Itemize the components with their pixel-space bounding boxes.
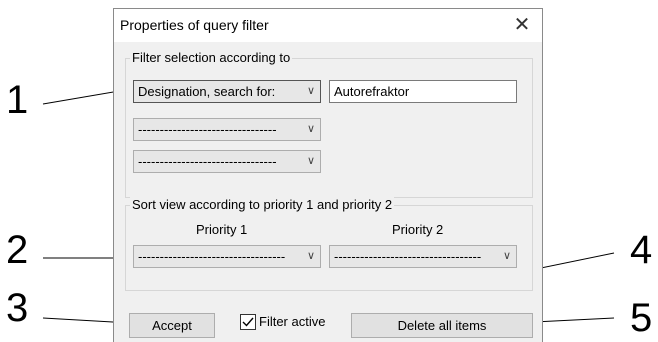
- filter-criterion-1-value: Designation, search for:: [138, 84, 276, 99]
- callout-number-1: 1: [6, 78, 29, 122]
- priority-1-select[interactable]: ---------------------------------- ∨: [133, 245, 321, 268]
- chevron-down-icon: ∨: [502, 250, 511, 262]
- title-bar: Properties of query filter ✕: [114, 9, 542, 42]
- priority-2-value: ----------------------------------: [334, 249, 482, 264]
- checkmark-icon: [242, 317, 254, 327]
- chevron-down-icon: ∨: [306, 85, 315, 97]
- filter-criterion-2-value: --------------------------------: [138, 122, 277, 137]
- chevron-down-icon: ∨: [306, 250, 315, 262]
- callout-number-3: 3: [6, 286, 29, 330]
- filter-criterion-1-select[interactable]: Designation, search for: ∨: [133, 80, 321, 103]
- query-filter-dialog: Properties of query filter ✕ Filter sele…: [113, 8, 543, 342]
- filter-criterion-3-value: --------------------------------: [138, 154, 277, 169]
- callout-number-4: 4: [630, 228, 653, 272]
- priority-2-select[interactable]: ---------------------------------- ∨: [329, 245, 517, 268]
- chevron-down-icon: ∨: [306, 123, 315, 135]
- priority-2-label: Priority 2: [392, 222, 444, 237]
- accept-button[interactable]: Accept: [129, 313, 215, 338]
- delete-all-items-button[interactable]: Delete all items: [351, 313, 533, 338]
- callout-line-5: [533, 317, 615, 323]
- checkbox-box[interactable]: [240, 314, 256, 330]
- close-icon[interactable]: ✕: [510, 13, 534, 37]
- sort-group-label: Sort view according to priority 1 and pr…: [130, 197, 395, 212]
- search-input[interactable]: Autorefraktor: [329, 80, 517, 103]
- filter-active-label: Filter active: [259, 314, 326, 329]
- filter-criterion-3-select[interactable]: -------------------------------- ∨: [133, 150, 321, 173]
- dialog-title: Properties of query filter: [120, 17, 269, 33]
- callout-number-5: 5: [630, 296, 653, 340]
- filter-group-label: Filter selection according to: [130, 50, 293, 65]
- filter-criterion-2-select[interactable]: -------------------------------- ∨: [133, 118, 321, 141]
- priority-1-value: ----------------------------------: [138, 249, 286, 264]
- callout-number-2: 2: [6, 228, 29, 272]
- chevron-down-icon: ∨: [306, 155, 315, 167]
- priority-1-label: Priority 1: [196, 222, 248, 237]
